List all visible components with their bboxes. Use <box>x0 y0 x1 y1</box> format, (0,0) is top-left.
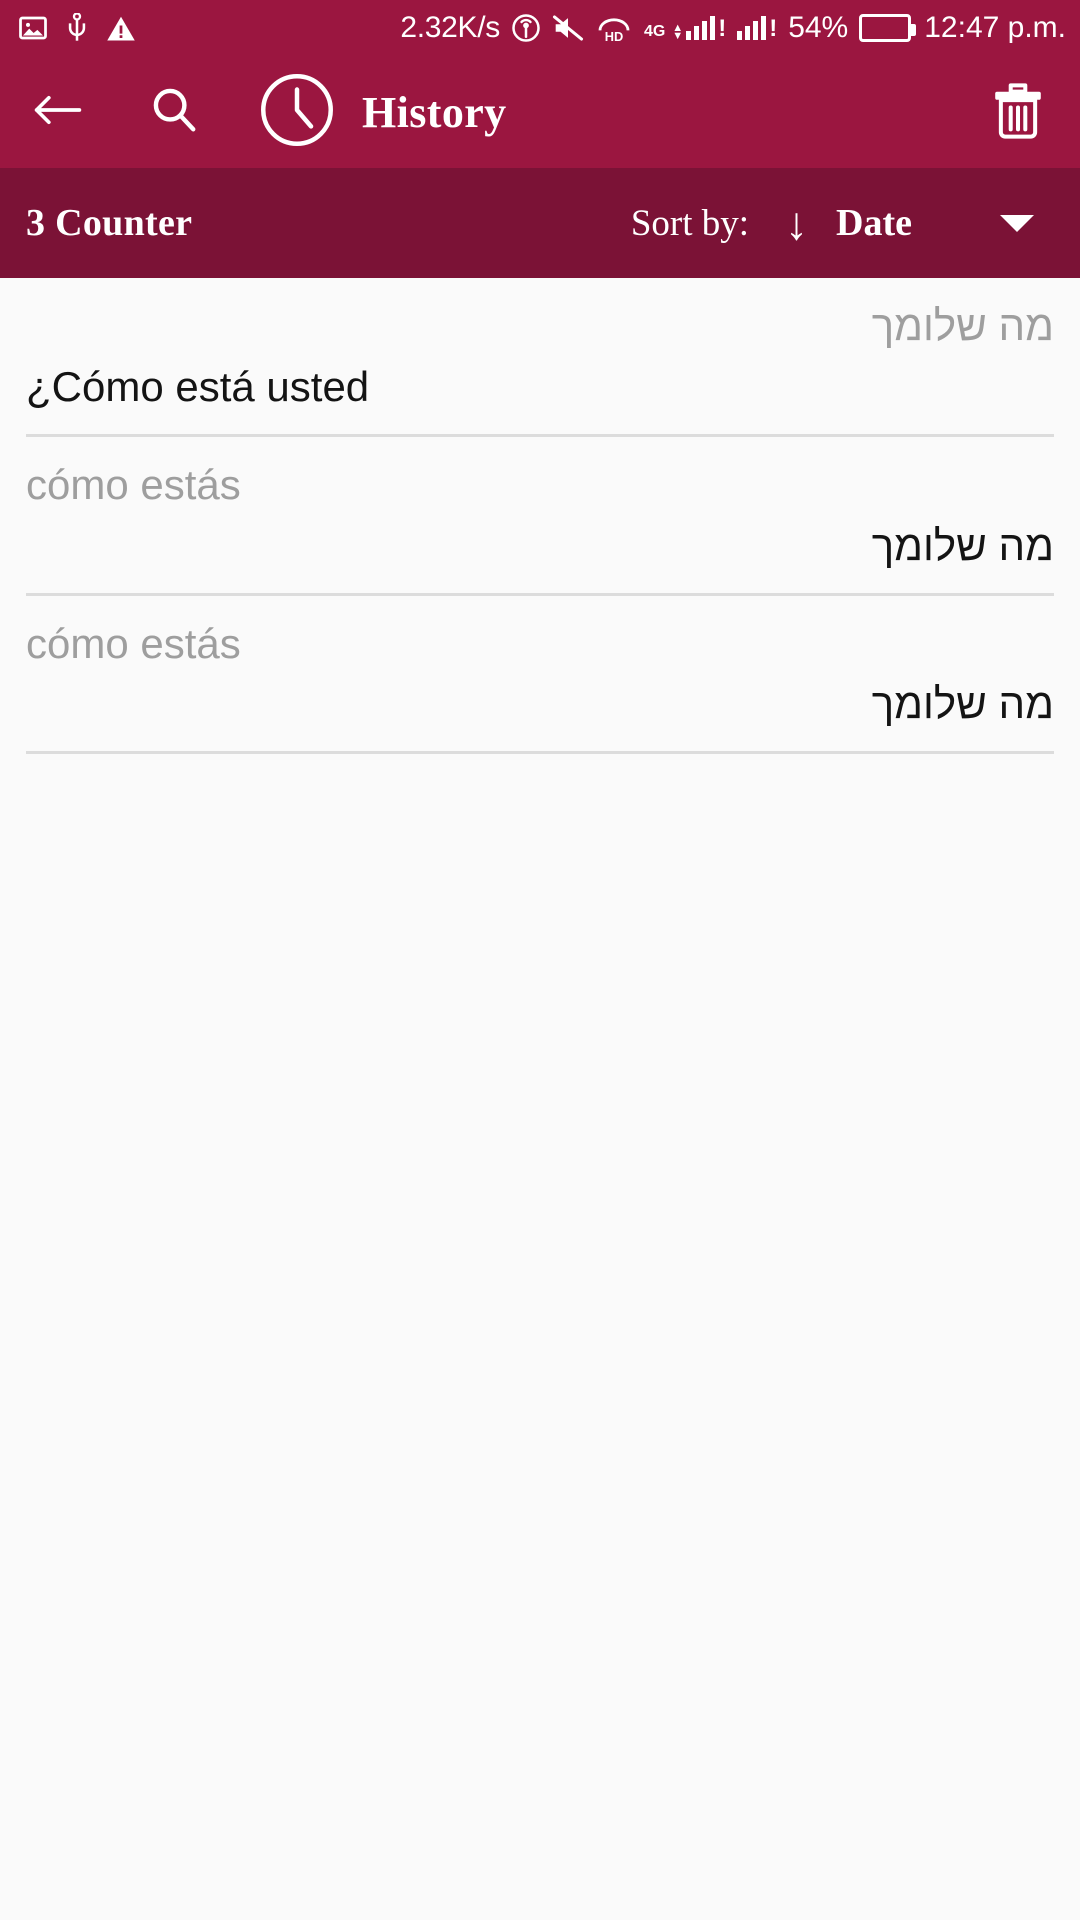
signal-alert-label-2: ! <box>769 15 778 42</box>
hd-icon: HD <box>595 14 633 42</box>
app-bar-title-group: History <box>258 71 507 154</box>
back-arrow-icon <box>32 90 84 135</box>
data-activity-arrows: ▲ ▼ <box>672 22 684 42</box>
search-button[interactable] <box>142 80 206 144</box>
battery-icon <box>859 14 917 42</box>
history-source-text: מה שלומך <box>871 302 1054 349</box>
arrow-down-icon[interactable]: ↓ <box>785 200 808 246</box>
network-type-label: 4G <box>643 23 666 40</box>
history-source-text: cómo estás <box>26 460 241 508</box>
search-icon <box>149 85 199 140</box>
history-target-text: מה שלומך <box>871 521 1054 569</box>
counter-label: 3 Counter <box>26 202 193 244</box>
history-target-text: ¿Cómo está usted <box>26 362 370 410</box>
image-icon <box>18 13 48 43</box>
warning-icon <box>106 14 136 42</box>
sort-by-label: Sort by: <box>630 202 750 244</box>
hotspot-icon <box>511 13 541 43</box>
status-bar-right-icons: 2.32K/s HD 4G ▲ ▼ ! ! 54% 12:47 p.m. <box>400 11 1066 45</box>
delete-history-button[interactable] <box>986 80 1050 144</box>
table-row[interactable]: cómo estás מה שלומך <box>26 437 1054 596</box>
sort-value-label: Date <box>836 202 912 244</box>
signal-alert-label: ! <box>718 15 727 42</box>
network-speed-label: 2.32K/s <box>400 11 500 44</box>
table-row[interactable]: מה שלומך ¿Cómo está usted <box>26 278 1054 437</box>
signal-icon-secondary: ! <box>737 15 778 42</box>
table-row[interactable]: cómo estás מה שלומך <box>26 596 1054 755</box>
usb-icon <box>64 13 90 43</box>
history-list[interactable]: מה שלומך ¿Cómo está usted cómo estás מה … <box>0 278 1080 1920</box>
battery-percent-label: 54% <box>788 11 849 44</box>
page-title: History <box>362 87 507 137</box>
sort-bar: 3 Counter Sort by: ↓ Date <box>0 168 1080 278</box>
svg-text:HD: HD <box>605 29 624 42</box>
clock-icon <box>258 71 336 154</box>
back-button[interactable] <box>26 80 90 144</box>
caret-down-icon[interactable] <box>1000 214 1034 232</box>
sort-control[interactable]: Sort by: ↓ Date <box>631 200 1050 246</box>
status-bar: 2.32K/s HD 4G ▲ ▼ ! ! 54% 12:47 p.m. <box>0 0 1080 56</box>
signal-icon-primary: ▲ ▼ ! <box>672 15 727 42</box>
app-bar: History <box>0 56 1080 168</box>
history-source-text: cómo estás <box>26 619 241 667</box>
trash-icon <box>990 79 1046 146</box>
status-clock-label: 12:47 p.m. <box>924 11 1066 44</box>
history-target-text: מה שלומך <box>871 680 1054 728</box>
status-bar-left-icons <box>18 13 136 43</box>
mute-icon <box>552 14 584 42</box>
